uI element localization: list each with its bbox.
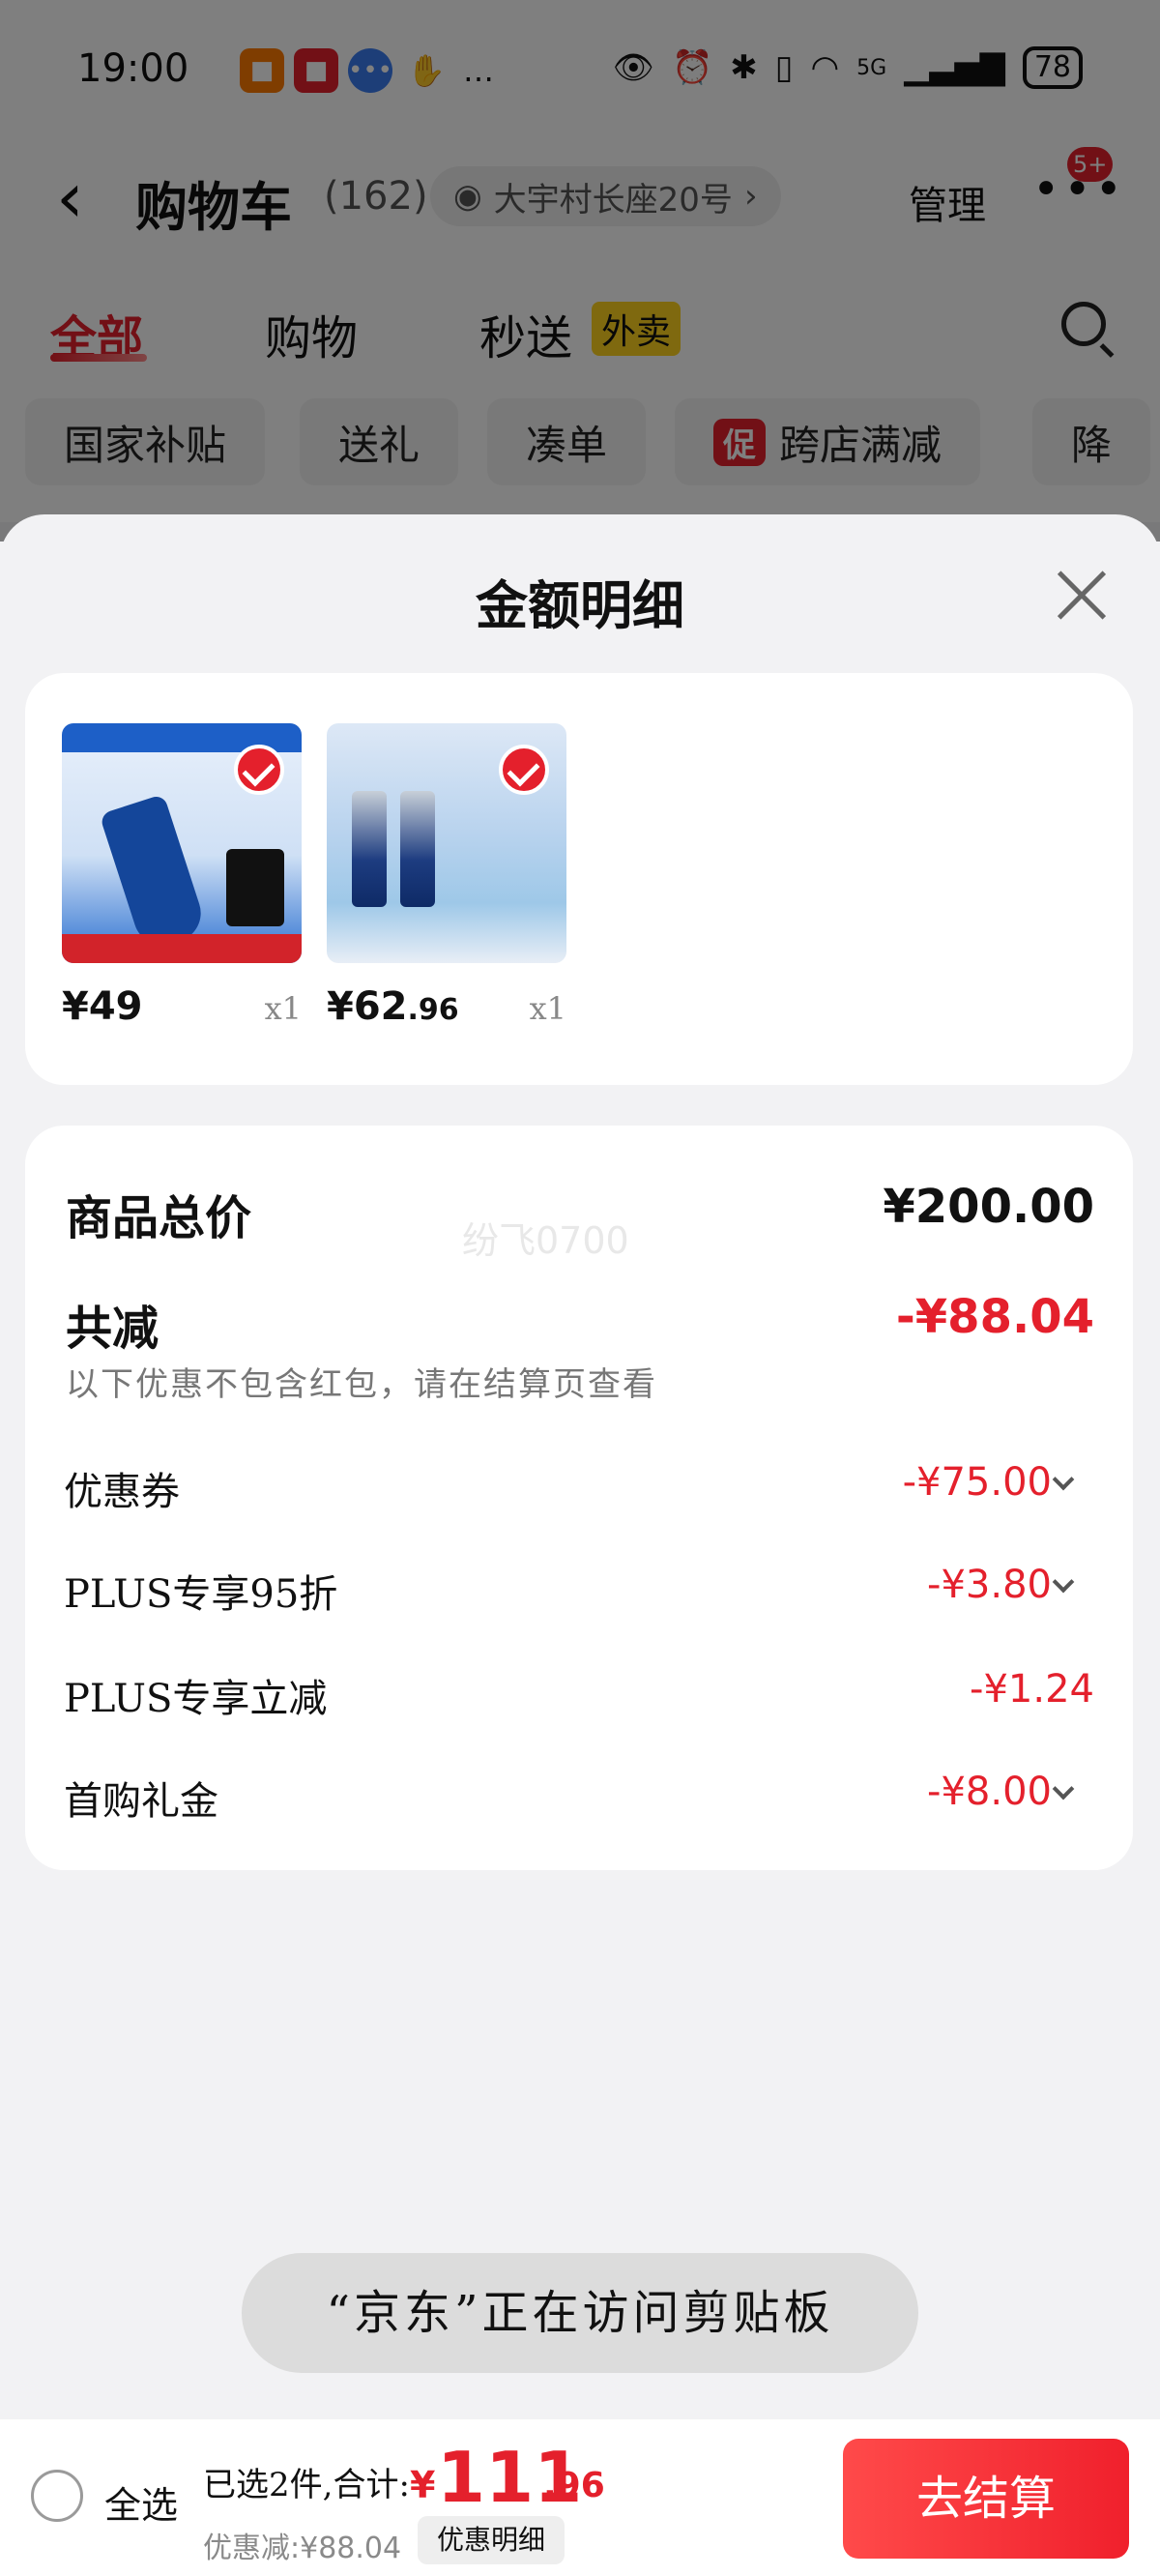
- total-currency: ¥: [410, 2464, 436, 2506]
- product-bottle: [352, 791, 387, 907]
- plus-discount-value[interactable]: -¥3.80: [927, 1563, 1052, 1607]
- watermark: 纷飞0700: [462, 1219, 629, 1262]
- first-purchase-gift-value[interactable]: -¥8.00: [927, 1770, 1052, 1814]
- discount-summary: 优惠减:¥88.04: [203, 2532, 402, 2565]
- dim-overlay[interactable]: [0, 0, 1160, 542]
- checkout-bar: 全选 已选2件,合计: ¥ 111 .96 优惠减:¥88.04 优惠明细 去结…: [0, 2419, 1160, 2576]
- product-price: ¥49: [62, 984, 143, 1029]
- coupon-label: 优惠券: [64, 1470, 180, 1514]
- select-all-radio[interactable]: [31, 2470, 83, 2522]
- coupon-value[interactable]: -¥75.00: [903, 1460, 1052, 1505]
- sheet-title: 金额明细: [476, 574, 684, 636]
- total-reduce-label: 共减: [66, 1302, 160, 1356]
- first-purchase-gift-label: 首购礼金: [64, 1779, 218, 1824]
- selected-summary: 已选2件,合计:: [203, 2466, 410, 2504]
- price-dec: .96: [407, 993, 459, 1027]
- discount-detail-button[interactable]: 优惠明细: [418, 2516, 566, 2564]
- plus-discount-label: PLUS专享95折: [64, 1572, 338, 1617]
- chevron-down-icon[interactable]: [1052, 1570, 1075, 1594]
- select-all-label[interactable]: 全选: [104, 2475, 178, 2529]
- chevron-down-icon[interactable]: [1052, 1468, 1075, 1491]
- check-icon: [234, 745, 284, 795]
- selected-products: ¥49 x1 ¥62.96 x1: [25, 673, 1133, 1085]
- check-icon: [499, 745, 549, 795]
- product-tube: [99, 793, 209, 953]
- plus-reduce-value: -¥1.24: [970, 1667, 1094, 1712]
- product-item[interactable]: ¥62.96 x1: [327, 723, 566, 1029]
- total-reduce-value: -¥88.04: [895, 1290, 1094, 1344]
- price-breakdown: 纷飞0700 商品总价 ¥200.00 共减 -¥88.04 以下优惠不包含红包…: [25, 1126, 1133, 1870]
- product-image: [327, 723, 566, 963]
- chevron-down-icon[interactable]: [1052, 1777, 1075, 1800]
- product-bottle: [400, 791, 435, 907]
- product-item[interactable]: ¥49 x1: [62, 723, 302, 1029]
- price-int: ¥62: [327, 984, 408, 1029]
- price-int: ¥49: [62, 984, 143, 1029]
- clipboard-toast: “京东”正在访问剪贴板: [242, 2253, 918, 2373]
- product-price: ¥62.96: [327, 984, 459, 1029]
- product-qty: x1: [529, 990, 566, 1027]
- image-band: [62, 934, 302, 963]
- close-icon[interactable]: [1054, 569, 1108, 623]
- total-price-label: 商品总价: [66, 1191, 252, 1245]
- total-amount-dec: .96: [543, 2466, 605, 2505]
- plus-reduce-label: PLUS专享立减: [64, 1677, 328, 1721]
- product-box: [226, 849, 284, 926]
- amount-detail-sheet: 金额明细 ¥49 x1 ¥62.96 x1 纷飞0700 商品总价 ¥200.0…: [0, 514, 1160, 2419]
- product-image: [62, 723, 302, 963]
- checkout-button[interactable]: 去结算: [843, 2439, 1129, 2559]
- product-qty: x1: [264, 990, 302, 1027]
- total-price-value: ¥200.00: [883, 1180, 1094, 1234]
- discount-note: 以下优惠不包含红包，请在结算页查看: [66, 1365, 657, 1404]
